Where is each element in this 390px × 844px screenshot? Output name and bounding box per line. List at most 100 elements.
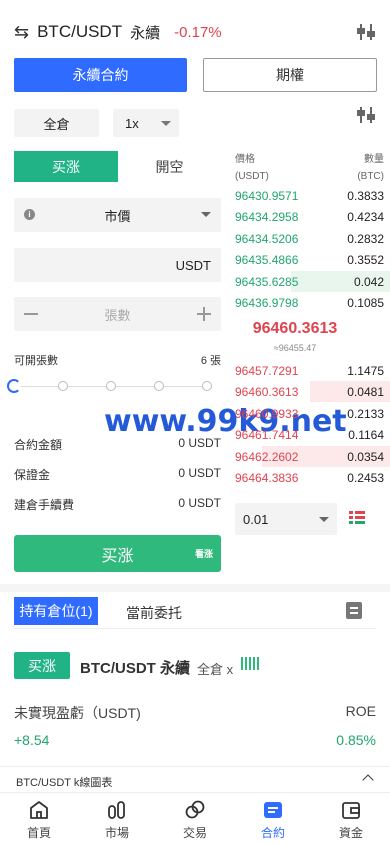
- bid-row[interactable]: 96462.2602 0.0354: [235, 446, 390, 467]
- openable-value: 6 張: [200, 355, 221, 367]
- tabs-underline: [14, 628, 376, 629]
- leverage-bars-icon: [241, 657, 259, 670]
- ob-price-header: 價格: [235, 154, 255, 165]
- kline-label: BTC/USDT k線圖表: [16, 777, 113, 789]
- caret-down-icon: [319, 517, 329, 522]
- nav-market[interactable]: 市場: [78, 793, 156, 844]
- ask-qty: 0.4234: [347, 209, 384, 224]
- plus-icon-vertical[interactable]: [203, 307, 205, 321]
- nav-contract[interactable]: 合約: [234, 793, 312, 844]
- bid-row[interactable]: 96460.3613 0.0481: [235, 381, 390, 402]
- slider-handle[interactable]: [7, 379, 21, 393]
- bid-qty: 0.0354: [347, 449, 384, 464]
- nav-trade[interactable]: 交易: [156, 793, 234, 844]
- bid-qty: 0.2453: [347, 470, 384, 485]
- depth-step-value: 0.01: [243, 511, 269, 527]
- pnl-value: +8.54: [14, 732, 50, 748]
- slider-step-75[interactable]: [154, 381, 164, 391]
- order-type-select[interactable]: i 市價: [14, 198, 221, 232]
- ask-row[interactable]: 96435.4866 0.3552: [235, 249, 384, 270]
- tab-futures[interactable]: 期權: [203, 58, 377, 92]
- slider-step-50[interactable]: [106, 381, 116, 391]
- info-icon[interactable]: i: [24, 209, 35, 220]
- section-divider: [0, 584, 390, 592]
- bid-price: 96460.3613: [235, 384, 299, 399]
- price-change: -0.17%: [174, 23, 222, 41]
- bid-price: 96461.7414: [235, 427, 299, 442]
- nav-wallet-label: 資金: [338, 826, 363, 840]
- order-type-value: 市價: [104, 208, 131, 224]
- openable-row: 可開張數 6 張: [14, 352, 221, 368]
- pair-title[interactable]: BTC/USDT: [37, 22, 122, 42]
- buy-long-button[interactable]: 买涨 看涨: [14, 535, 221, 572]
- roe-value: 0.85%: [336, 732, 376, 748]
- leverage-select[interactable]: 1x: [113, 109, 179, 137]
- fee-value: 0 USDT: [178, 496, 221, 510]
- tab-perpetual[interactable]: 永續合約: [14, 58, 187, 92]
- margin-row: 保證金 0 USDT: [14, 466, 221, 483]
- nav-home[interactable]: 首頁: [0, 793, 78, 844]
- settings-sliders-icon[interactable]: [356, 23, 376, 46]
- ask-row[interactable]: 96435.6285 0.042: [235, 271, 390, 292]
- bottom-nav: 首頁 市場 交易 合約 資金: [0, 792, 390, 844]
- mid-price[interactable]: 96460.3613: [235, 320, 355, 338]
- ask-row[interactable]: 96434.2958 0.4234: [235, 206, 384, 227]
- position-pair: BTC/USDT 永續: [80, 660, 190, 677]
- roe-label: ROE: [345, 703, 376, 719]
- market-icon: [108, 801, 125, 819]
- nav-trade-label: 交易: [182, 826, 207, 840]
- openable-label: 可開張數: [14, 355, 58, 367]
- ask-price: 96435.6285: [235, 274, 299, 289]
- price-input[interactable]: USDT: [14, 248, 221, 282]
- book-layout-icon[interactable]: [349, 510, 365, 531]
- minus-icon[interactable]: [24, 313, 38, 315]
- ask-qty: 0.3552: [347, 252, 384, 267]
- caret-down-icon: [201, 212, 211, 217]
- bid-row[interactable]: 96464.3836 0.2453: [235, 467, 384, 488]
- ask-row[interactable]: 96430.9571 0.3833: [235, 185, 384, 206]
- margin-label: 保證金: [14, 468, 51, 482]
- trading-screen: ⇆ BTC/USDT 永續 -0.17% 永續合約 期權 全倉 1x 买涨 開空…: [0, 0, 390, 844]
- trade-icon: [185, 800, 205, 819]
- ask-qty: 0.2832: [347, 231, 384, 246]
- quantity-stepper[interactable]: 張數: [14, 297, 221, 331]
- margin-mode-select[interactable]: 全倉: [14, 109, 99, 137]
- document-icon[interactable]: [346, 602, 362, 619]
- slider-step-100[interactable]: [202, 381, 212, 391]
- tab-open-orders[interactable]: 當前委托: [126, 603, 182, 623]
- ask-price: 96436.9798: [235, 295, 299, 310]
- tab-positions[interactable]: 持有倉位(1): [14, 597, 98, 625]
- slider-step-25[interactable]: [58, 381, 68, 391]
- nav-home-label: 首頁: [26, 826, 51, 840]
- mid-price-index: ≈96455.47: [273, 343, 317, 353]
- nav-wallet[interactable]: 資金: [312, 793, 390, 844]
- amount-slider[interactable]: [7, 379, 221, 394]
- margin-value: 0 USDT: [178, 466, 221, 480]
- ask-row[interactable]: 96434.5206 0.2832: [235, 228, 384, 249]
- bid-price: 96460.9933: [235, 406, 299, 421]
- contract-icon: [264, 802, 282, 818]
- tab-open-short[interactable]: 開空: [118, 151, 221, 182]
- depth-step-select[interactable]: 0.01: [235, 503, 337, 535]
- bid-price: 96464.3836: [235, 470, 299, 485]
- kline-toggle[interactable]: BTC/USDT k線圖表: [0, 766, 390, 792]
- contract-amount-label: 合約金額: [14, 438, 63, 452]
- bid-qty: 0.1164: [348, 427, 384, 442]
- ask-price: 96430.9571: [235, 188, 299, 203]
- caret-down-icon: [161, 121, 171, 126]
- watermark-text: www.99k9.net: [104, 404, 347, 439]
- chevron-up-icon: [362, 774, 374, 786]
- ask-price: 96435.4866: [235, 252, 299, 267]
- tab-buy-long[interactable]: 买涨: [14, 151, 118, 182]
- bid-qty: 1.1475: [347, 363, 384, 378]
- ask-row[interactable]: 96436.9798 0.1085: [235, 292, 384, 313]
- ob-qty-header: 數量: [364, 154, 384, 165]
- ob-price-unit: (USDT): [235, 171, 269, 182]
- ask-price: 96434.5206: [235, 231, 299, 246]
- swap-arrows-icon[interactable]: ⇆: [14, 22, 29, 43]
- buy-long-label: 买涨: [101, 547, 134, 565]
- nav-market-label: 市場: [104, 826, 129, 840]
- header: ⇆ BTC/USDT 永續 -0.17%: [0, 14, 390, 50]
- filter-sliders-icon[interactable]: [356, 106, 376, 129]
- bid-row[interactable]: 96457.7291 1.1475: [235, 360, 384, 381]
